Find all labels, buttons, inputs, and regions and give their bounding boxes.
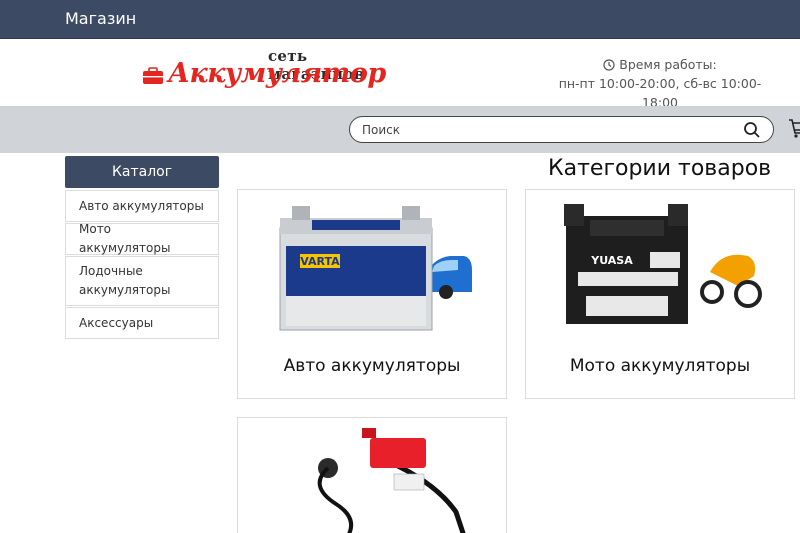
catalog-item-moto[interactable]: Мото аккумуляторы (65, 222, 219, 255)
moto-battery-image: YUASA (564, 204, 762, 324)
search-box (349, 116, 774, 143)
battery-cable-image (317, 428, 466, 533)
category-card-auto[interactable]: VARTA Авто аккумуляторы (237, 189, 507, 399)
category-card-label: Мото аккумуляторы (569, 356, 751, 376)
category-card-accessories[interactable] (237, 417, 507, 533)
car-battery-image: VARTA (279, 206, 472, 331)
battery-case-icon (143, 67, 163, 84)
varta-text: VARTA (300, 255, 340, 268)
logo-brand: Аккумулятор (168, 58, 386, 89)
working-hours: Время работы: пн-пт 10:00-20:00, сб-вс 1… (550, 55, 770, 112)
cart-icon[interactable] (787, 116, 800, 140)
top-bar: Магазин (0, 0, 800, 38)
clock-icon (603, 58, 615, 71)
catalog-item-accessories[interactable]: Аксессуары (65, 307, 219, 339)
catalog-heading[interactable]: Каталог (65, 156, 219, 188)
search-bar (0, 106, 800, 153)
catalog-menu: Авто аккумуляторы Мото аккумуляторы Лодо… (65, 190, 219, 340)
yuasa-text: YUASA (590, 254, 633, 267)
search-input[interactable] (362, 121, 722, 139)
search-icon[interactable] (743, 121, 761, 139)
category-card-moto[interactable]: YUASA Мото аккумуляторы (525, 189, 795, 399)
page-title: Категории товаров (548, 156, 772, 181)
site-logo[interactable]: сеть магазинов Аккумулятор (142, 47, 402, 97)
site-header: сеть магазинов Аккумулятор Время работы:… (0, 38, 800, 110)
catalog-item-boat[interactable]: Лодочные аккумуляторы (65, 256, 219, 306)
category-card-label: Авто аккумуляторы (283, 356, 461, 376)
hours-label: Время работы: (619, 57, 717, 72)
shop-title[interactable]: Магазин (65, 9, 136, 28)
catalog-item-auto[interactable]: Авто аккумуляторы (65, 190, 219, 222)
